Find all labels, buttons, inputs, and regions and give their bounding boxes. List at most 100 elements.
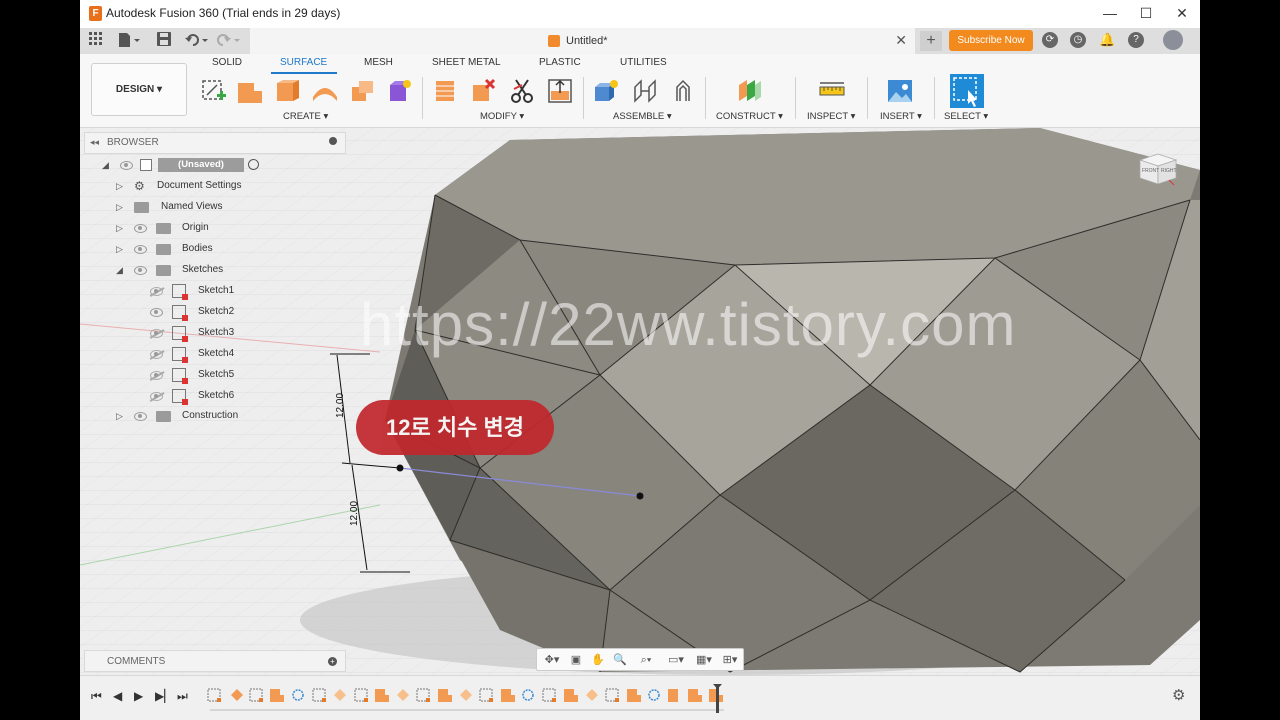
joint-icon[interactable] (631, 77, 659, 105)
expand-triangle-icon[interactable]: ▷ (116, 176, 123, 196)
patch-icon[interactable] (386, 77, 414, 105)
user-avatar[interactable] (1163, 30, 1183, 50)
tree-item-sketch2[interactable]: Sketch2 (150, 302, 320, 322)
dimension-label-lower[interactable]: 12.00 (349, 501, 360, 526)
tree-item-origin[interactable]: ▷ Origin (116, 218, 316, 238)
tab-plastic[interactable]: PLASTIC (539, 57, 581, 68)
root-component-label[interactable]: (Unsaved) (158, 158, 244, 172)
select-icon[interactable] (950, 74, 984, 108)
tree-item-sketch1[interactable]: Sketch1 (150, 281, 320, 301)
job-status-icon[interactable]: ◷ (1070, 32, 1086, 48)
browser-panel-header[interactable]: ◂◂ BROWSER (84, 132, 346, 154)
visibility-eye-icon[interactable] (134, 224, 147, 233)
tree-item-sketch6[interactable]: Sketch6 (150, 386, 320, 406)
offset-plane-icon[interactable] (736, 77, 764, 105)
minimize-button[interactable]: — (1092, 0, 1128, 28)
tree-item-sketch3[interactable]: Sketch3 (150, 323, 320, 343)
collapse-triangle-icon[interactable]: ◢ (102, 155, 109, 175)
display-settings-icon[interactable]: ▭▾ (665, 653, 687, 667)
subscribe-now-button[interactable]: Subscribe Now (949, 30, 1033, 51)
trim-scissors-icon[interactable] (508, 77, 536, 105)
data-panel-grid-icon[interactable] (88, 32, 104, 50)
add-comment-icon[interactable]: + (328, 657, 337, 666)
file-menu-icon[interactable] (116, 32, 142, 50)
orbit-icon[interactable]: ✥▾ (541, 653, 563, 667)
timeline-last-icon[interactable]: ⏭ (177, 689, 188, 704)
tree-item-document-settings[interactable]: ▷ ⚙ Document Settings (116, 176, 316, 196)
fit-zoom-icon[interactable]: ⌕▾ (635, 653, 657, 667)
pan-hand-icon[interactable]: ✋ (591, 653, 605, 667)
inspect-menu[interactable]: INSPECT ▾ (807, 111, 855, 122)
visibility-eye-icon[interactable] (120, 161, 133, 170)
extensions-icon[interactable]: ⟳ (1042, 32, 1058, 48)
look-at-icon[interactable]: ▣ (569, 653, 583, 667)
tab-solid[interactable]: SOLID (212, 57, 242, 68)
tree-item-sketch4[interactable]: Sketch4 (150, 344, 320, 364)
redo-icon[interactable] (216, 32, 242, 50)
timeline-next-icon[interactable]: ▶▏ (155, 689, 173, 703)
visibility-eye-icon[interactable] (134, 266, 147, 275)
viewcube[interactable]: FRONT RIGHT (1136, 150, 1178, 186)
close-document-button[interactable]: ✕ (895, 32, 907, 49)
dimension-label-upper[interactable]: 12.00 (335, 393, 346, 418)
activate-radio-icon[interactable] (248, 159, 259, 170)
press-pull-icon[interactable] (432, 77, 460, 105)
save-icon[interactable] (156, 32, 172, 50)
zoom-icon[interactable]: 🔍 (613, 653, 627, 667)
new-tab-button[interactable]: + (920, 31, 942, 51)
timeline-previous-icon[interactable]: ◀ (113, 689, 122, 703)
tab-mesh[interactable]: MESH (364, 57, 393, 68)
collapse-browser-icon[interactable]: ◂◂ (90, 137, 99, 148)
expand-triangle-icon[interactable]: ▷ (116, 406, 123, 426)
tree-item-sketch5[interactable]: Sketch5 (150, 365, 320, 385)
create-menu[interactable]: CREATE ▾ (283, 111, 328, 122)
as-built-joint-icon[interactable] (669, 77, 697, 105)
select-menu[interactable]: SELECT ▾ (944, 111, 988, 122)
loft-icon[interactable] (349, 77, 377, 105)
timeline-first-icon[interactable]: ⏮ (91, 689, 102, 704)
tree-item-construction[interactable]: ▷ Construction (116, 406, 316, 426)
tab-sheet-metal[interactable]: SHEET METAL (432, 57, 501, 68)
sweep-icon[interactable] (311, 77, 339, 105)
expand-triangle-icon[interactable]: ▷ (116, 197, 123, 217)
expand-triangle-icon[interactable]: ▷ (116, 218, 123, 238)
workspace-switcher-button[interactable]: DESIGN ▾ (91, 63, 187, 116)
expand-triangle-icon[interactable]: ▷ (116, 239, 123, 259)
construct-menu[interactable]: CONSTRUCT ▾ (716, 111, 783, 122)
tree-item-sketches[interactable]: ◢ Sketches (116, 260, 316, 280)
timeline-features[interactable] (204, 684, 734, 714)
close-window-button[interactable]: ✕ (1164, 0, 1200, 28)
maximize-button[interactable]: ☐ (1128, 0, 1164, 28)
hidden-eye-icon[interactable] (150, 350, 163, 359)
tab-utilities[interactable]: UTILITIES (620, 57, 667, 68)
hidden-eye-icon[interactable] (150, 371, 163, 380)
hidden-eye-icon[interactable] (150, 329, 163, 338)
comments-panel-header[interactable]: COMMENTS + (84, 650, 346, 672)
insert-image-icon[interactable] (886, 77, 914, 105)
insert-menu[interactable]: INSERT ▾ (880, 111, 922, 122)
notifications-bell-icon[interactable]: 🔔 (1099, 32, 1115, 48)
visibility-eye-icon[interactable] (150, 308, 163, 317)
extrude-icon[interactable] (236, 77, 264, 105)
hidden-eye-icon[interactable] (150, 392, 163, 401)
create-sketch-icon[interactable] (200, 77, 228, 105)
measure-icon[interactable] (818, 77, 846, 105)
collapse-triangle-icon[interactable]: ◢ (116, 260, 123, 280)
hidden-eye-icon[interactable] (150, 287, 163, 296)
viewports-icon[interactable]: ⊞▾ (719, 653, 741, 667)
extend-icon[interactable] (546, 77, 574, 105)
tree-item-bodies[interactable]: ▷ Bodies (116, 239, 316, 259)
timeline-settings-gear-icon[interactable]: ⚙ (1172, 686, 1185, 704)
visibility-eye-icon[interactable] (134, 245, 147, 254)
tab-surface[interactable]: SURFACE (280, 57, 327, 68)
grid-settings-icon[interactable]: ▦▾ (693, 653, 715, 667)
undo-icon[interactable] (184, 32, 210, 50)
tree-item-named-views[interactable]: ▷ Named Views (116, 197, 316, 217)
timeline-play-icon[interactable]: ▶ (134, 689, 143, 703)
assemble-menu[interactable]: ASSEMBLE ▾ (613, 111, 672, 122)
tree-root[interactable]: ◢ (Unsaved) (100, 155, 259, 175)
revolve-icon[interactable] (274, 77, 302, 105)
delete-icon[interactable] (470, 77, 498, 105)
new-component-icon[interactable] (592, 77, 620, 105)
help-icon[interactable]: ? (1128, 32, 1144, 48)
